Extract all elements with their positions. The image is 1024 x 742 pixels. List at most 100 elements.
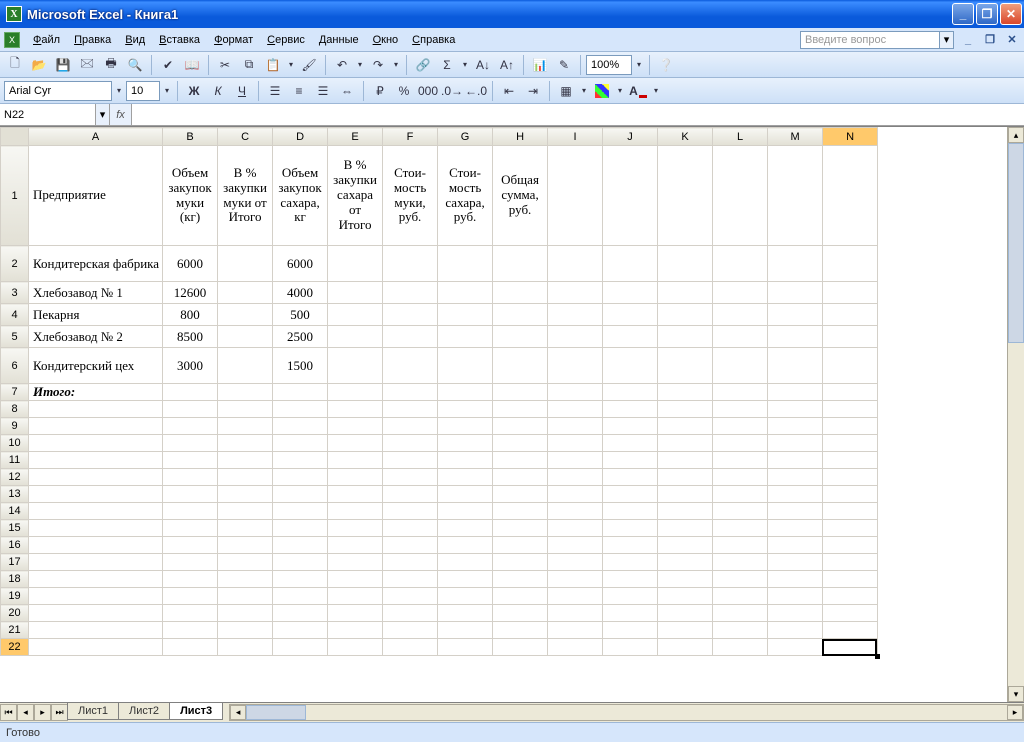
col-header-K[interactable]: K xyxy=(658,128,713,146)
vertical-scrollbar[interactable]: ▴ ▾ xyxy=(1007,127,1024,702)
cell-H15[interactable] xyxy=(493,520,548,537)
cell-H1[interactable]: Общая сумма, руб. xyxy=(493,146,548,246)
cell-M5[interactable] xyxy=(768,326,823,348)
cell-A17[interactable] xyxy=(29,554,163,571)
open-button[interactable]: 📂 xyxy=(28,54,50,76)
col-header-M[interactable]: M xyxy=(768,128,823,146)
hyperlink-button[interactable]: 🔗 xyxy=(412,54,434,76)
cell-A10[interactable] xyxy=(29,435,163,452)
cell-D16[interactable] xyxy=(273,537,328,554)
cell-E11[interactable] xyxy=(328,452,383,469)
cell-B1[interactable]: Объем закупок муки (кг) xyxy=(163,146,218,246)
cell-B19[interactable] xyxy=(163,588,218,605)
cell-N18[interactable] xyxy=(823,571,878,588)
cell-D20[interactable] xyxy=(273,605,328,622)
horizontal-scrollbar[interactable]: ◂ ▸ xyxy=(229,704,1024,721)
cell-C5[interactable] xyxy=(218,326,273,348)
cell-I15[interactable] xyxy=(548,520,603,537)
drawing-button[interactable]: ✎ xyxy=(553,54,575,76)
select-all-corner[interactable] xyxy=(1,128,29,146)
row-header-19[interactable]: 19 xyxy=(1,588,29,605)
underline-button[interactable]: Ч xyxy=(231,80,253,102)
cell-C21[interactable] xyxy=(218,622,273,639)
cell-E3[interactable] xyxy=(328,282,383,304)
sheet-tab-Лист2[interactable]: Лист2 xyxy=(118,703,170,720)
cell-A14[interactable] xyxy=(29,503,163,520)
cell-L5[interactable] xyxy=(713,326,768,348)
cell-G11[interactable] xyxy=(438,452,493,469)
scroll-right-button[interactable]: ▸ xyxy=(1007,705,1023,720)
cell-C12[interactable] xyxy=(218,469,273,486)
cell-L1[interactable] xyxy=(713,146,768,246)
cell-N11[interactable] xyxy=(823,452,878,469)
cell-G1[interactable]: Стои-мость сахара, руб. xyxy=(438,146,493,246)
col-header-H[interactable]: H xyxy=(493,128,548,146)
cell-M2[interactable] xyxy=(768,246,823,282)
cell-C22[interactable] xyxy=(218,639,273,656)
cell-C13[interactable] xyxy=(218,486,273,503)
cell-N3[interactable] xyxy=(823,282,878,304)
cell-G7[interactable] xyxy=(438,384,493,401)
cell-H11[interactable] xyxy=(493,452,548,469)
cell-A12[interactable] xyxy=(29,469,163,486)
cell-J10[interactable] xyxy=(603,435,658,452)
name-box-dropdown[interactable]: ▾ xyxy=(96,104,110,125)
cell-A7[interactable]: Итого: xyxy=(29,384,163,401)
cell-D19[interactable] xyxy=(273,588,328,605)
menu-окно[interactable]: Окно xyxy=(366,31,406,49)
spreadsheet-grid[interactable]: ABCDEFGHIJKLMN1ПредприятиеОбъем закупок … xyxy=(0,126,1024,702)
cell-G18[interactable] xyxy=(438,571,493,588)
cell-D12[interactable] xyxy=(273,469,328,486)
cell-D5[interactable]: 2500 xyxy=(273,326,328,348)
cell-B14[interactable] xyxy=(163,503,218,520)
cell-N6[interactable] xyxy=(823,348,878,384)
row-header-4[interactable]: 4 xyxy=(1,304,29,326)
save-button[interactable]: 💾 xyxy=(52,54,74,76)
cell-B4[interactable]: 800 xyxy=(163,304,218,326)
menu-правка[interactable]: Правка xyxy=(67,31,118,49)
row-header-12[interactable]: 12 xyxy=(1,469,29,486)
minimize-button[interactable]: _ xyxy=(952,3,974,25)
cell-J18[interactable] xyxy=(603,571,658,588)
cell-J15[interactable] xyxy=(603,520,658,537)
cell-D6[interactable]: 1500 xyxy=(273,348,328,384)
cell-M10[interactable] xyxy=(768,435,823,452)
cell-K13[interactable] xyxy=(658,486,713,503)
cell-L18[interactable] xyxy=(713,571,768,588)
cell-H8[interactable] xyxy=(493,401,548,418)
bold-button[interactable]: Ж xyxy=(183,80,205,102)
cell-L2[interactable] xyxy=(713,246,768,282)
cell-H22[interactable] xyxy=(493,639,548,656)
row-header-2[interactable]: 2 xyxy=(1,246,29,282)
cell-M12[interactable] xyxy=(768,469,823,486)
cell-F17[interactable] xyxy=(383,554,438,571)
cell-C1[interactable]: В % закупки муки от Итого xyxy=(218,146,273,246)
cell-F9[interactable] xyxy=(383,418,438,435)
merge-center-button[interactable]: ⇔ xyxy=(336,80,358,102)
col-header-E[interactable]: E xyxy=(328,128,383,146)
cell-L22[interactable] xyxy=(713,639,768,656)
cell-B5[interactable]: 8500 xyxy=(163,326,218,348)
paste-button[interactable]: 📋 xyxy=(262,54,284,76)
cell-C17[interactable] xyxy=(218,554,273,571)
cell-F21[interactable] xyxy=(383,622,438,639)
cell-E9[interactable] xyxy=(328,418,383,435)
research-button[interactable]: 📖 xyxy=(181,54,203,76)
cell-F6[interactable] xyxy=(383,348,438,384)
col-header-D[interactable]: D xyxy=(273,128,328,146)
align-center-button[interactable]: ≡ xyxy=(288,80,310,102)
cell-G19[interactable] xyxy=(438,588,493,605)
cell-M20[interactable] xyxy=(768,605,823,622)
cell-H18[interactable] xyxy=(493,571,548,588)
cell-I20[interactable] xyxy=(548,605,603,622)
cell-A3[interactable]: Хлебозавод № 1 xyxy=(29,282,163,304)
cell-A16[interactable] xyxy=(29,537,163,554)
cell-A22[interactable] xyxy=(29,639,163,656)
align-left-button[interactable]: ☰ xyxy=(264,80,286,102)
row-header-1[interactable]: 1 xyxy=(1,146,29,246)
cell-E18[interactable] xyxy=(328,571,383,588)
cell-F8[interactable] xyxy=(383,401,438,418)
cell-J16[interactable] xyxy=(603,537,658,554)
cell-E2[interactable] xyxy=(328,246,383,282)
cell-L8[interactable] xyxy=(713,401,768,418)
